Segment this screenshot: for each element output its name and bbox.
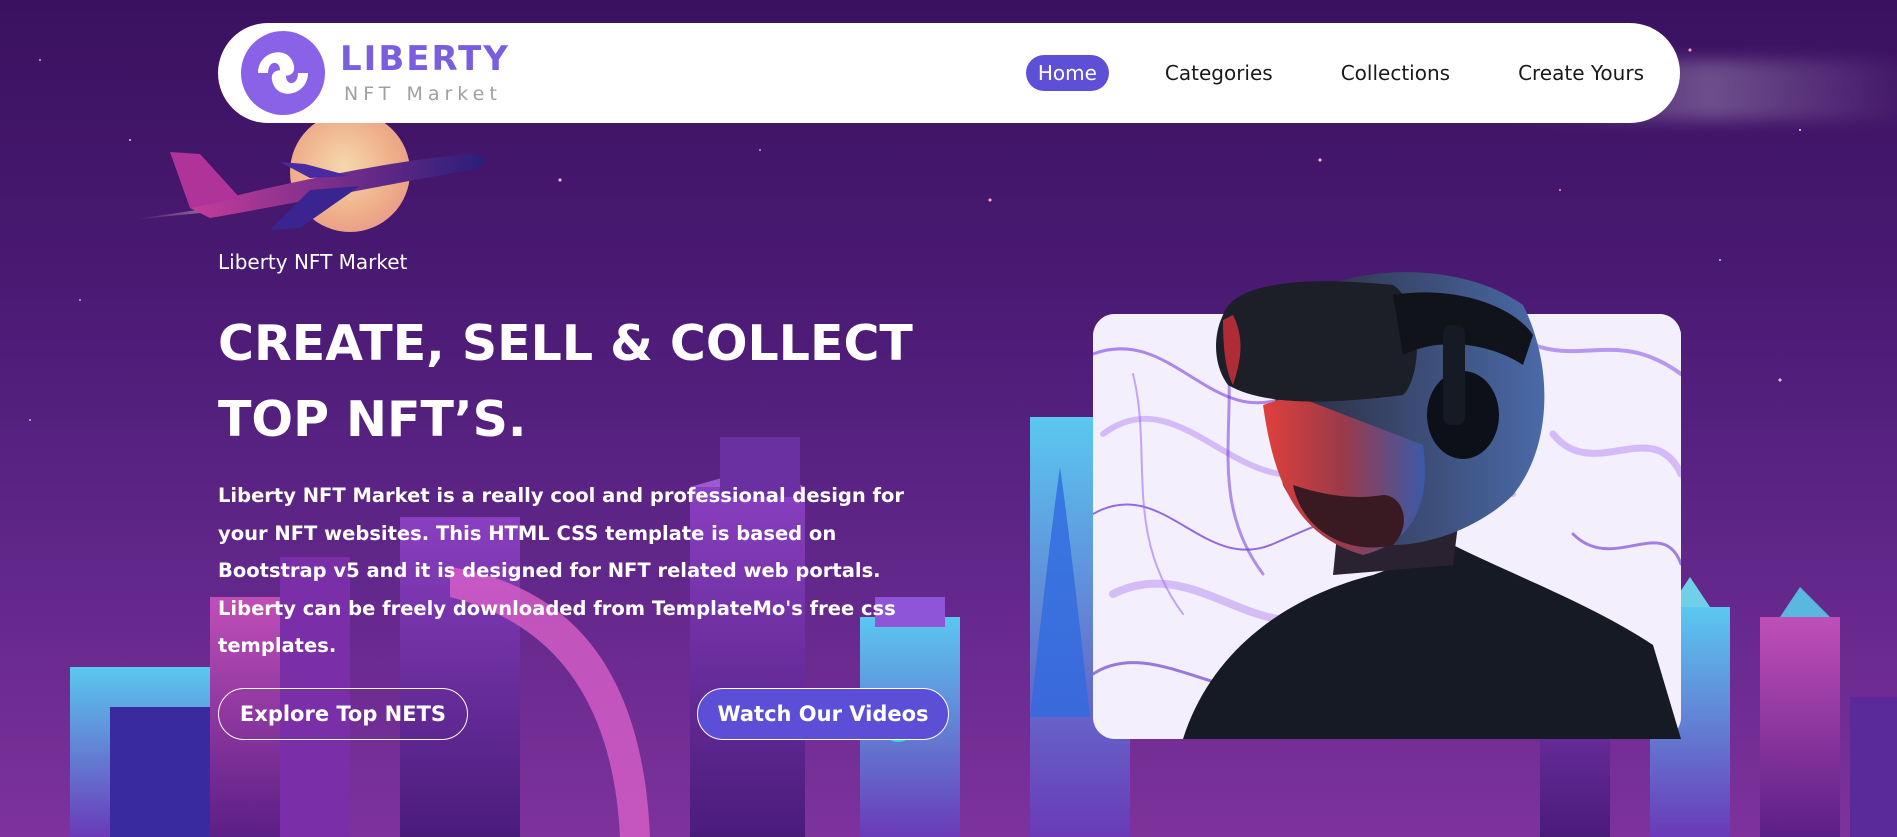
- explore-button[interactable]: Explore Top NETS: [218, 688, 468, 740]
- hero-headline-line2: TOP NFT’S.: [218, 391, 527, 448]
- brand-name: LIBERTY: [340, 39, 510, 79]
- nav-item-home[interactable]: Home: [1025, 55, 1109, 91]
- hero-eyebrow: Liberty NFT Market: [218, 250, 408, 274]
- nav-item-create-yours[interactable]: Create Yours: [1506, 55, 1656, 91]
- main-nav: Home Categories Collections Create Yours: [1025, 55, 1656, 91]
- hero-headline: CREATE, SELL & COLLECT TOP NFT’S.: [218, 306, 978, 458]
- liberty-logo-icon: [241, 31, 325, 115]
- header-navbar: LIBERTY NFT Market Home Categories Colle…: [218, 23, 1680, 123]
- watch-videos-button[interactable]: Watch Our Videos: [697, 688, 949, 740]
- vr-headset-person-icon: [1183, 272, 1681, 739]
- hero-headline-line1: CREATE, SELL & COLLECT: [218, 315, 913, 372]
- brand-logo[interactable]: LIBERTY NFT Market: [240, 30, 510, 116]
- nav-item-collections[interactable]: Collections: [1329, 55, 1462, 91]
- brand-tagline: NFT Market: [344, 83, 502, 105]
- hero-description: Liberty NFT Market is a really cool and …: [218, 484, 905, 657]
- nav-item-categories[interactable]: Categories: [1153, 55, 1285, 91]
- airplane-icon: [130, 152, 485, 230]
